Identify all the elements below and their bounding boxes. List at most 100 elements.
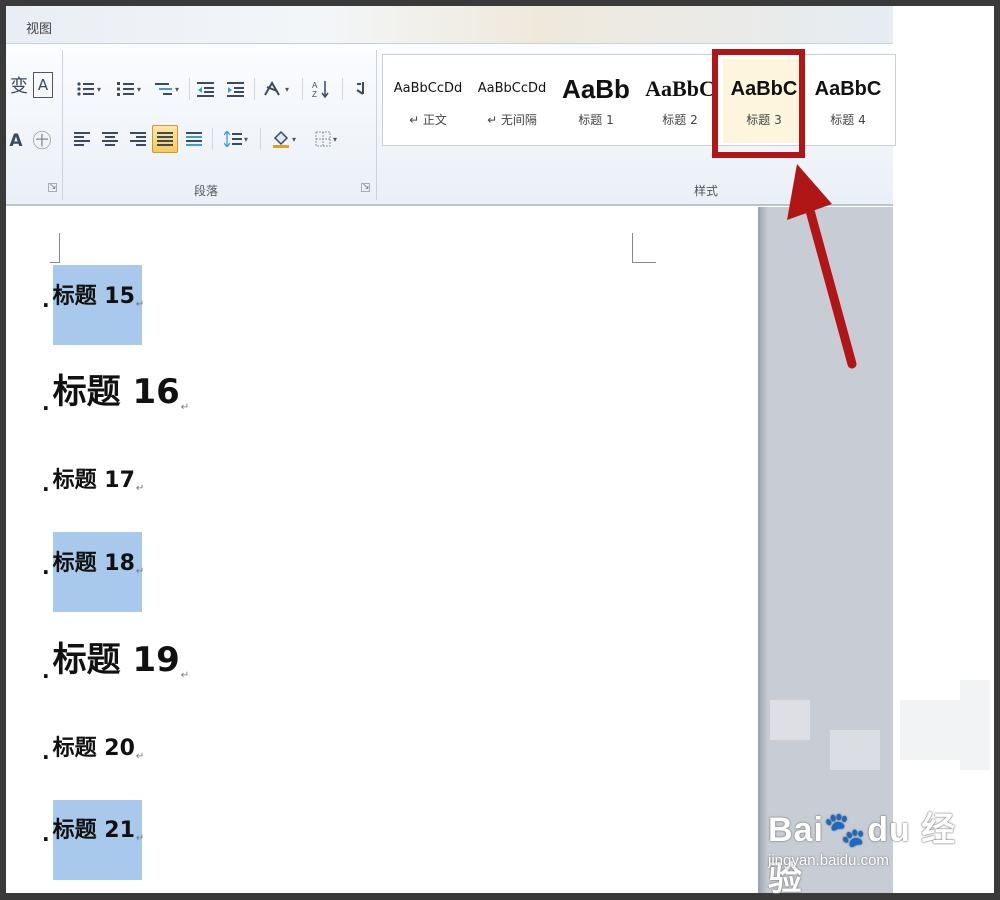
style-name: 标题 1 [578, 113, 614, 127]
increase-indent-icon [227, 82, 244, 97]
chinese-layout-button[interactable]: ▾ [258, 76, 294, 102]
style-heading-2[interactable]: AaBbC 标题 2 [639, 59, 721, 143]
ribbon-tab-bar: 视图 [6, 6, 893, 44]
numbering-icon [116, 82, 134, 96]
heading-line[interactable]: . 标题 18 ↵ [42, 545, 144, 577]
style-sample: AaBbCcDd [477, 81, 547, 96]
heading-line[interactable]: . 标题 21 ↵ [42, 812, 144, 844]
line-spacing-icon [223, 131, 242, 147]
style-normal[interactable]: AaBbCcDd ↵ 正文 [387, 59, 469, 143]
line-spacing-button[interactable]: ▾ [218, 126, 254, 152]
styles-group-label: 样式 [694, 184, 719, 198]
mosaic-block [960, 680, 990, 770]
separator [212, 128, 213, 150]
heading-line[interactable]: . 标题 16 ↵ [42, 364, 189, 413]
enclose-characters-button[interactable]: ㊉ [30, 126, 54, 152]
align-right-icon [130, 132, 146, 146]
multilevel-list-button[interactable]: ▾ [150, 76, 184, 102]
style-name: 标题 2 [662, 113, 698, 127]
style-sample: AaBb [562, 74, 630, 104]
paragraph-mark-icon: ↵ [135, 833, 145, 844]
distributed-icon [186, 132, 202, 146]
heading-text: 标题 19 [52, 640, 180, 680]
watermark-logo: Bai🐾du 经验 [768, 811, 957, 898]
style-name: ↵ 正文 [409, 113, 447, 127]
heading-text: 标题 15 [52, 284, 135, 309]
borders-icon [315, 131, 331, 147]
heading-text: 标题 16 [52, 372, 180, 412]
heading-line[interactable]: . 标题 17 ↵ [42, 462, 144, 494]
mosaic-block [770, 700, 810, 740]
paragraph-mark-icon: ↵ [135, 566, 145, 577]
bullets-icon [77, 82, 94, 96]
margin-corner-left [50, 233, 60, 263]
svg-text:A: A [312, 81, 318, 90]
justify-button[interactable] [152, 125, 178, 153]
heading-text: 标题 17 [52, 468, 135, 493]
show-hide-marks-button[interactable] [348, 76, 372, 102]
align-left-button[interactable] [70, 126, 94, 152]
heading-line[interactable]: . 标题 20 ↵ [42, 730, 144, 762]
group-separator [62, 50, 63, 200]
sort-icon: AZ [312, 81, 329, 98]
paragraph-mark-icon: ↵ [135, 483, 145, 494]
character-border-button[interactable]: A [33, 72, 53, 98]
separator [342, 78, 343, 100]
decrease-indent-button[interactable] [194, 76, 218, 102]
baidu-watermark: Bai🐾du 经验 jingyan.baidu.com [760, 790, 960, 898]
heading-text: 标题 20 [52, 736, 135, 761]
paint-bucket-icon [272, 130, 289, 148]
shading-button[interactable]: ▾ [266, 126, 302, 152]
heading-text: 标题 21 [52, 818, 135, 843]
justify-icon [157, 132, 173, 146]
styles-gallery: AaBbCcDd ↵ 正文 AaBbCcDd ↵ 无间隔 AaBb 标题 1 A… [382, 54, 896, 146]
mosaic-block [900, 700, 960, 760]
style-name: 标题 4 [830, 113, 866, 127]
separator [260, 128, 261, 150]
heading-line[interactable]: . 标题 15 ↵ [42, 278, 144, 310]
heading-line[interactable]: . 标题 19 ↵ [42, 632, 189, 681]
heading-bullet: . [42, 288, 50, 312]
heading-text: 标题 18 [52, 551, 135, 576]
style-sample: AaBbC [645, 76, 715, 101]
heading-bullet: . [42, 822, 50, 846]
heading-bullet: . [42, 555, 50, 579]
style-no-spacing[interactable]: AaBbCcDd ↵ 无间隔 [471, 59, 553, 143]
style-sample: AaBbCcDd [393, 81, 463, 96]
heading-bullet: . [42, 472, 50, 496]
margin-corner-right [632, 233, 656, 263]
paragraph-dialog-launcher-icon[interactable]: ↘ [361, 183, 370, 192]
multilevel-list-icon [154, 83, 172, 95]
numbering-button[interactable]: ▾ [112, 76, 146, 102]
font-dialog-launcher-icon[interactable]: ↘ [48, 183, 57, 192]
paragraph-mark-icon: ↵ [180, 670, 190, 681]
sort-button[interactable]: AZ [308, 76, 336, 102]
paragraph-mark-icon: ↵ [135, 299, 145, 310]
align-center-icon [102, 132, 118, 146]
separator [189, 78, 190, 100]
style-name: ↵ 无间隔 [487, 113, 537, 127]
separator [254, 78, 255, 100]
phonetic-guide-button[interactable]: 变 [8, 72, 30, 98]
increase-indent-button[interactable] [224, 76, 248, 102]
heading-bullet: . [42, 391, 50, 415]
align-right-button[interactable] [126, 126, 150, 152]
tab-view[interactable]: 视图 [26, 18, 52, 37]
distributed-button[interactable] [182, 126, 206, 152]
paragraph-mark-icon [356, 82, 364, 95]
paragraph-group-label: 段落 [194, 184, 219, 198]
style-heading-1[interactable]: AaBb 标题 1 [555, 59, 637, 143]
paragraph-mark-icon: ↵ [135, 751, 145, 762]
watermark-url: jingyan.baidu.com [768, 852, 889, 869]
decrease-indent-icon [197, 82, 214, 97]
frame-edge-right [994, 0, 1000, 900]
align-center-button[interactable] [98, 126, 122, 152]
bullets-button[interactable]: ▾ [72, 76, 106, 102]
borders-button[interactable]: ▾ [308, 126, 344, 152]
highlight-box-annotation [712, 49, 805, 158]
character-shading-button[interactable]: A [8, 128, 24, 154]
style-heading-4[interactable]: AaBbC 标题 4 [807, 59, 889, 143]
svg-text:Z: Z [312, 90, 317, 98]
paragraph-mark-icon: ↵ [180, 402, 190, 413]
align-left-icon [74, 132, 90, 146]
